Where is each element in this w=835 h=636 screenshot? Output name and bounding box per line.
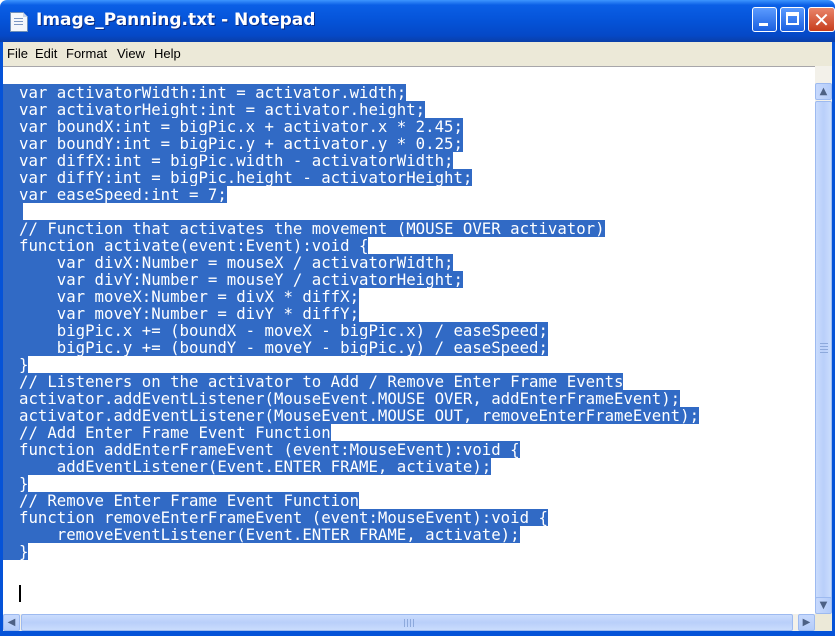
menu-file[interactable]: File [7,46,28,61]
maximize-button[interactable] [780,7,805,32]
code-line: var divY:Number = mouseY / activatorHeig… [3,271,463,288]
code-line: function removeEnterFrameEvent (event:Mo… [3,509,548,526]
close-icon: ✕ [813,8,830,32]
menu-help[interactable]: Help [154,46,181,61]
code-line: // Listeners on the activator to Add / R… [3,373,624,390]
code-line: var boundX:int = bigPic.x + activator.x … [3,118,463,135]
code-line: var boundY:int = bigPic.y + activator.y … [3,135,463,152]
code-line: addEventListener(Event.ENTER_FRAME, acti… [3,458,492,475]
horizontal-scrollbar[interactable]: ◀ ▶ [3,614,815,631]
code-line [3,203,23,220]
text-caret [19,585,21,602]
code-line: var divX:Number = mouseX / activatorWidt… [3,254,454,271]
code-line: } [3,475,29,492]
code-line: var moveX:Number = divX * diffX; [3,288,360,305]
scroll-right-arrow-icon: ▶ [802,617,811,628]
window-title: Image_Panning.txt - Notepad [36,10,316,30]
maximize-icon [786,12,799,25]
code-line: var easeSpeed:int = 7; [3,186,227,203]
scroll-up-button[interactable]: ▲ [815,83,832,100]
code-line: function activate(event:Event):void { [3,237,369,254]
scroll-right-button[interactable]: ▶ [798,614,815,631]
code-line: var activatorWidth:int = activator.width… [3,84,407,101]
code-line: // Function that activates the movement … [3,220,605,237]
title-bar[interactable]: Image_Panning.txt - Notepad ✕ [0,0,835,42]
code-line: activator.addEventListener(MouseEvent.MO… [3,390,681,407]
close-button[interactable]: ✕ [808,7,835,32]
vertical-scrollbar[interactable]: ▲ ▼ [815,66,832,614]
horizontal-scroll-thumb[interactable] [21,614,793,631]
code-line: var diffX:int = bigPic.width - activator… [3,152,454,169]
window-frame-bottom [0,631,835,636]
code-line: var moveY:Number = divY * diffY; [3,305,360,322]
scroll-down-button[interactable]: ▼ [815,597,832,614]
code-line: function addEnterFrameEvent (event:Mouse… [3,441,520,458]
code-line: } [3,543,29,560]
menu-edit[interactable]: Edit [35,46,57,61]
code-line: // Add Enter Frame Event Function [3,424,331,441]
code-line: var activatorHeight:int = activator.heig… [3,101,426,118]
code-line: bigPic.x += (boundX - moveX - bigPic.x) … [3,322,548,339]
vertical-scroll-thumb[interactable] [815,101,832,601]
scroll-left-arrow-icon: ◀ [7,617,16,628]
minimize-button[interactable] [752,7,777,32]
code-line: activator.addEventListener(MouseEvent.MO… [3,407,700,424]
code-line: var diffY:int = bigPic.height - activato… [3,169,473,186]
scroll-down-arrow-icon: ▼ [819,600,828,611]
menu-format[interactable]: Format [66,46,107,61]
resize-grip[interactable] [815,614,832,631]
menu-bar: File Edit Format View Help [0,42,835,66]
notepad-icon [10,12,28,32]
text-editor[interactable]: var activatorWidth:int = activator.width… [3,66,815,614]
code-line: removeEventListener(Event.ENTER_FRAME, a… [3,526,520,543]
minimize-icon [759,23,768,26]
scroll-up-arrow-icon: ▲ [819,86,828,97]
code-line: } [3,356,29,373]
code-line: bigPic.y += (boundY - moveY - bigPic.y) … [3,339,548,356]
scroll-left-button[interactable]: ◀ [3,614,20,631]
code-line: // Remove Enter Frame Event Function [3,492,360,509]
menu-view[interactable]: View [117,46,145,61]
